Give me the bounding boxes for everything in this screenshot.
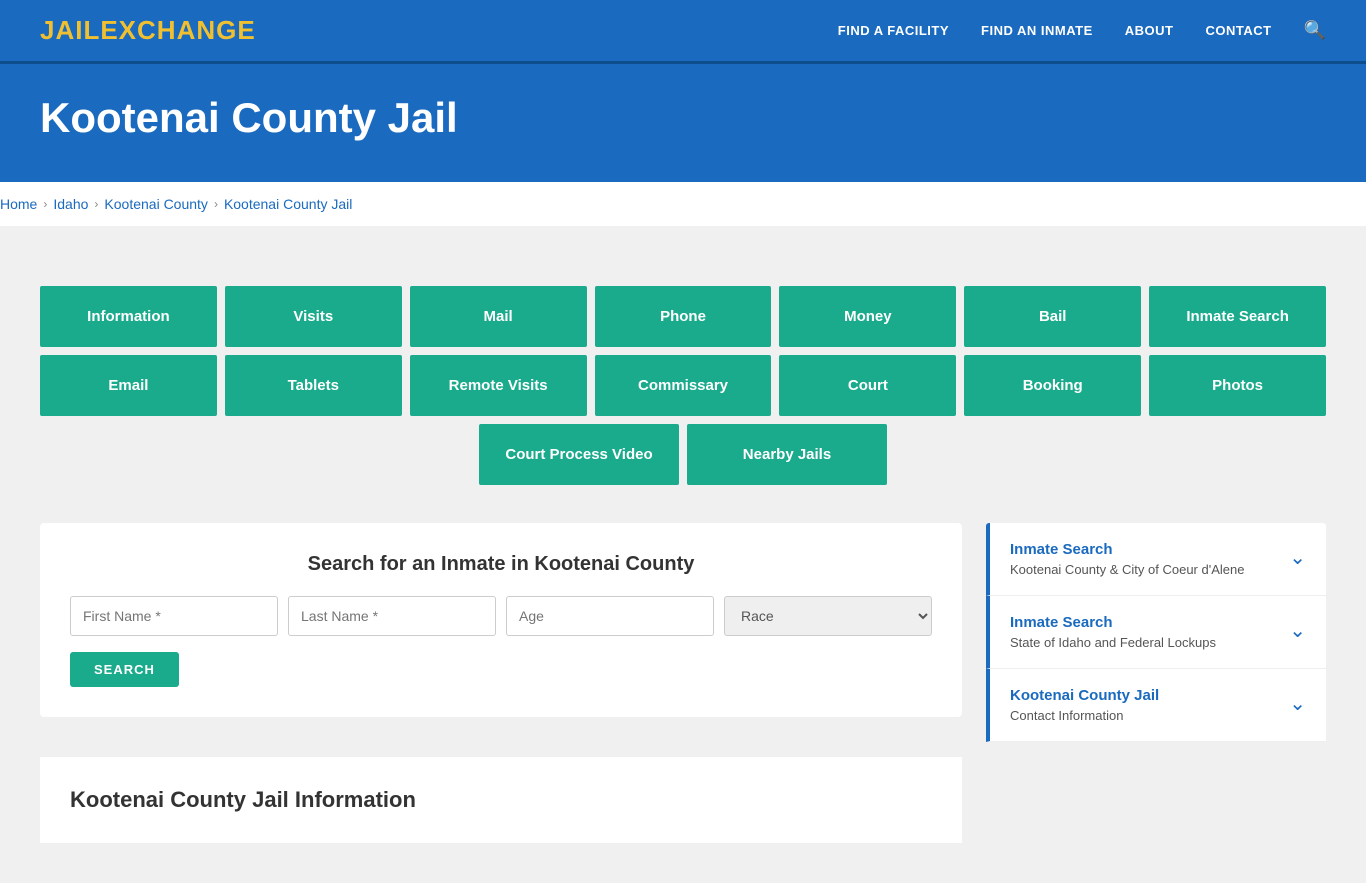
sidebar-card-0[interactable]: Inmate Search Kootenai County & City of … [986, 523, 1326, 596]
search-icon[interactable]: 🔍 [1304, 20, 1326, 41]
first-name-input[interactable] [70, 596, 278, 636]
tile-court-process-video[interactable]: Court Process Video [479, 424, 679, 485]
tiles-row-2: Email Tablets Remote Visits Commissary C… [40, 355, 1326, 416]
search-panel: Search for an Inmate in Kootenai County … [40, 523, 962, 717]
sidebar-card-title-1: Inmate Search [1010, 614, 1216, 631]
nav-find-facility[interactable]: FIND A FACILITY [838, 23, 949, 38]
sidebar-card-subtitle-0: Kootenai County & City of Coeur d'Alene [1010, 562, 1244, 577]
site-header: JAILEXCHANGE FIND A FACILITY FIND AN INM… [0, 0, 1366, 64]
tile-court[interactable]: Court [779, 355, 956, 416]
tile-tablets[interactable]: Tablets [225, 355, 402, 416]
search-form: Race [70, 596, 932, 636]
breadcrumb-home[interactable]: Home [0, 196, 37, 212]
chevron-down-icon-1: ⌄ [1289, 618, 1306, 643]
search-title: Search for an Inmate in Kootenai County [70, 553, 932, 576]
nav-contact[interactable]: CONTACT [1205, 23, 1271, 38]
logo-exchange: EXCHANGE [100, 15, 255, 45]
sidebar-card-title-2: Kootenai County Jail [1010, 687, 1159, 704]
sidebar: Inmate Search Kootenai County & City of … [986, 523, 1326, 843]
sidebar-card-text-2: Kootenai County Jail Contact Information [1010, 687, 1159, 723]
sidebar-card-text-0: Inmate Search Kootenai County & City of … [1010, 541, 1244, 577]
tile-nearby-jails[interactable]: Nearby Jails [687, 424, 887, 485]
tile-commissary[interactable]: Commissary [595, 355, 772, 416]
tile-inmate-search[interactable]: Inmate Search [1149, 286, 1326, 347]
breadcrumb-current: Kootenai County Jail [224, 196, 352, 212]
sidebar-card-subtitle-1: State of Idaho and Federal Lockups [1010, 635, 1216, 650]
main-nav: FIND A FACILITY FIND AN INMATE ABOUT CON… [838, 20, 1326, 41]
search-button[interactable]: SEARCH [70, 652, 179, 687]
tile-booking[interactable]: Booking [964, 355, 1141, 416]
sidebar-card-subtitle-2: Contact Information [1010, 708, 1159, 723]
tile-visits[interactable]: Visits [225, 286, 402, 347]
breadcrumb-sep-3: › [214, 197, 218, 211]
info-section: Kootenai County Jail Information [40, 757, 962, 843]
chevron-down-icon-2: ⌄ [1289, 691, 1306, 716]
breadcrumb-idaho[interactable]: Idaho [53, 196, 88, 212]
breadcrumb-sep-2: › [94, 197, 98, 211]
tile-phone[interactable]: Phone [595, 286, 772, 347]
tiles-row-1: Information Visits Mail Phone Money Bail… [40, 286, 1326, 347]
breadcrumb-sep-1: › [43, 197, 47, 211]
tile-mail[interactable]: Mail [410, 286, 587, 347]
tile-email[interactable]: Email [40, 355, 217, 416]
tiles-section: Information Visits Mail Phone Money Bail… [40, 266, 1326, 513]
tile-information[interactable]: Information [40, 286, 217, 347]
logo-jail: JAIL [40, 15, 100, 45]
race-select[interactable]: Race [724, 596, 932, 636]
main-container: Information Visits Mail Phone Money Bail… [0, 246, 1366, 883]
bottom-section: Search for an Inmate in Kootenai County … [40, 523, 1326, 843]
tile-photos[interactable]: Photos [1149, 355, 1326, 416]
sidebar-card-2[interactable]: Kootenai County Jail Contact Information… [986, 669, 1326, 742]
tile-bail[interactable]: Bail [964, 286, 1141, 347]
chevron-down-icon-0: ⌄ [1289, 545, 1306, 570]
site-logo[interactable]: JAILEXCHANGE [40, 15, 256, 46]
tiles-row-3: Court Process Video Nearby Jails [40, 424, 1326, 485]
info-title: Kootenai County Jail Information [70, 787, 932, 813]
page-title: Kootenai County Jail [40, 94, 1326, 142]
sidebar-card-1[interactable]: Inmate Search State of Idaho and Federal… [986, 596, 1326, 669]
breadcrumb-kootenai-county[interactable]: Kootenai County [104, 196, 208, 212]
nav-find-inmate[interactable]: FIND AN INMATE [981, 23, 1093, 38]
breadcrumb: Home › Idaho › Kootenai County › Kootena… [0, 182, 1366, 226]
sidebar-card-text-1: Inmate Search State of Idaho and Federal… [1010, 614, 1216, 650]
age-input[interactable] [506, 596, 714, 636]
hero-section: Kootenai County Jail [0, 64, 1366, 182]
tile-money[interactable]: Money [779, 286, 956, 347]
last-name-input[interactable] [288, 596, 496, 636]
sidebar-card-title-0: Inmate Search [1010, 541, 1244, 558]
nav-about[interactable]: ABOUT [1125, 23, 1174, 38]
tile-remote-visits[interactable]: Remote Visits [410, 355, 587, 416]
